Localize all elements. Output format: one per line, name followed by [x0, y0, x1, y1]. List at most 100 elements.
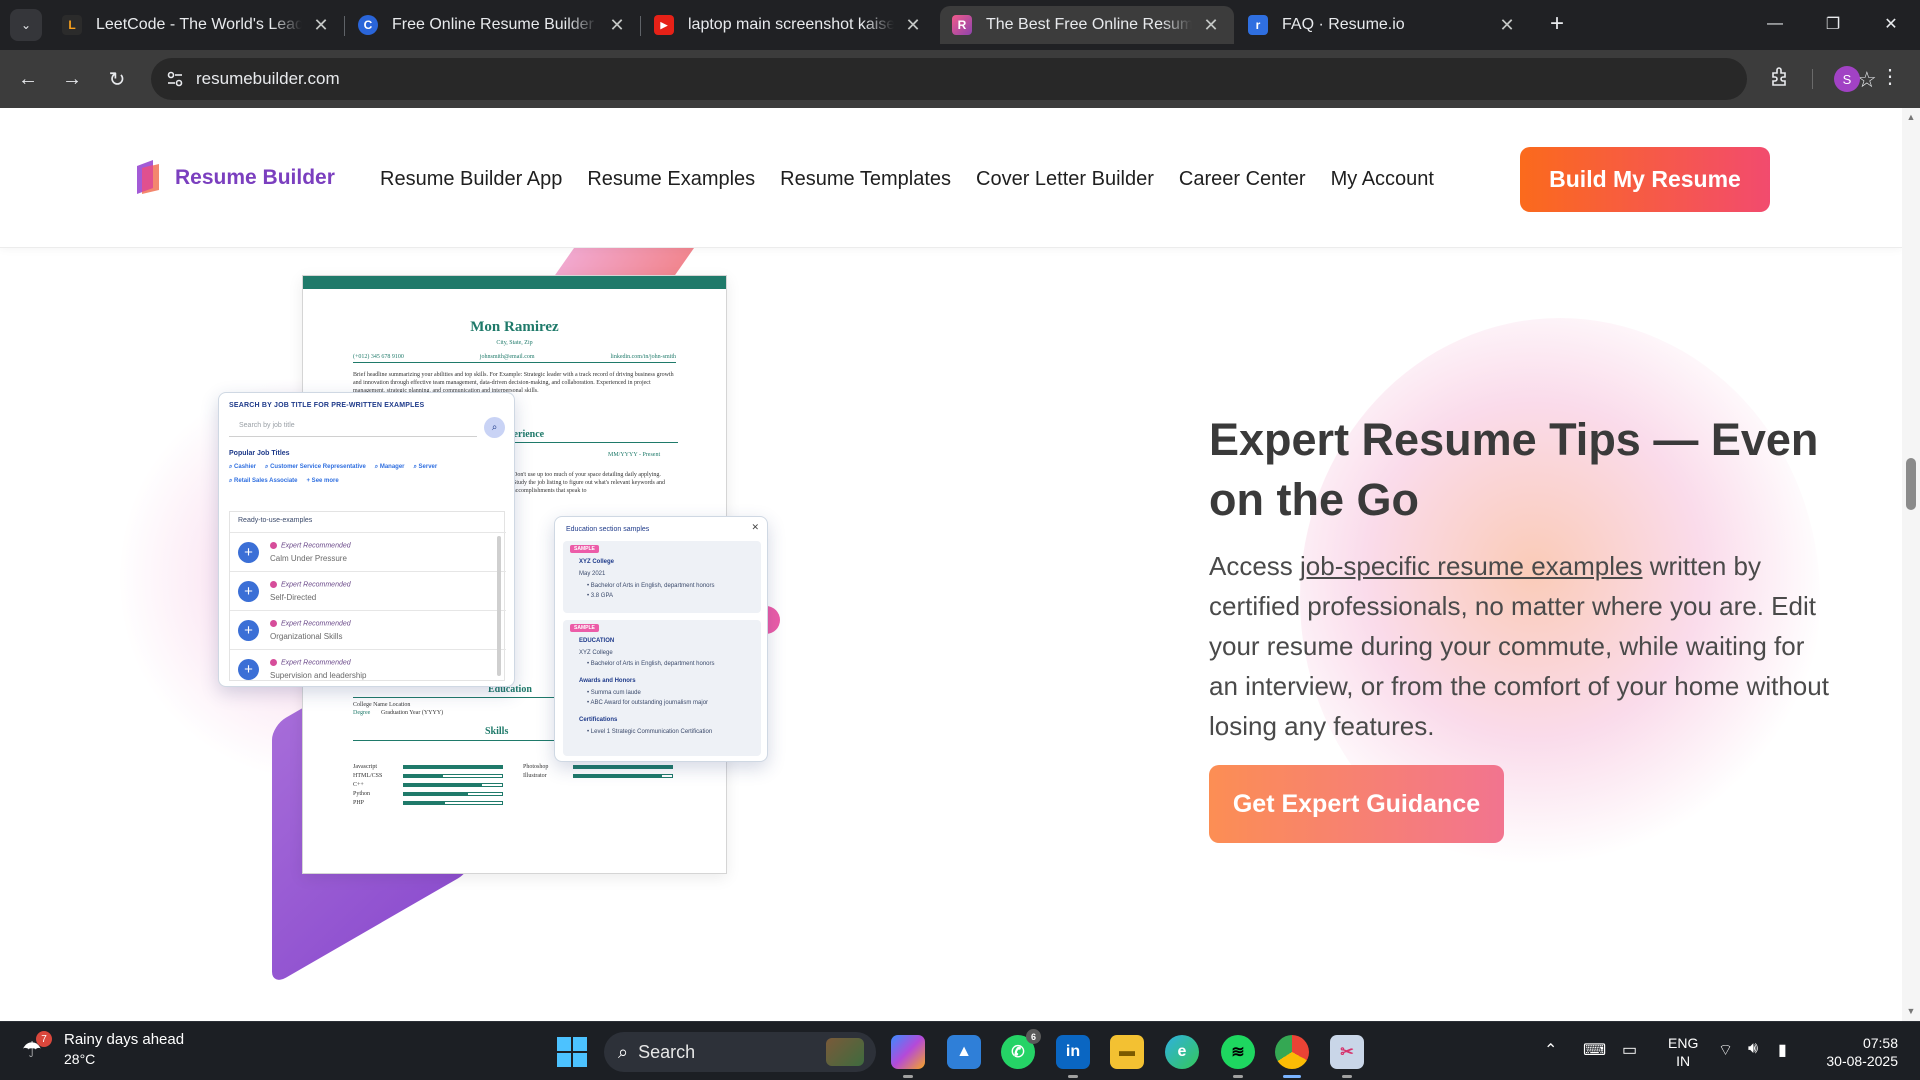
umbrella-weather-icon: ☂ 7: [22, 1031, 52, 1067]
tab-close-icon[interactable]: ✕: [310, 15, 332, 36]
windows-start-icon[interactable]: [557, 1037, 587, 1067]
edge-icon[interactable]: e: [1165, 1035, 1199, 1069]
scroll-down-icon[interactable]: ▼: [1906, 1006, 1916, 1016]
job-chip[interactable]: ⌕ Retail Sales Associate: [229, 478, 298, 485]
tab-title: FAQ · Resume.io: [1282, 16, 1405, 33]
skill-name: Photoshop: [523, 763, 549, 770]
resume-experience-dates: MM/YYYY - Present: [608, 452, 661, 458]
skill-level-bar: [403, 782, 503, 787]
skill-row: PHP: [353, 798, 513, 807]
keyboard-icon[interactable]: ⌨: [1583, 1040, 1606, 1060]
kebab-menu-icon[interactable]: ⋮: [1880, 64, 1900, 89]
list-item[interactable]: + Expert Recommended Organizational Skil…: [230, 610, 506, 649]
close-window-icon[interactable]: ✕: [1862, 0, 1920, 48]
spotify-icon[interactable]: ≋: [1221, 1035, 1255, 1078]
language-indicator[interactable]: ENG IN: [1668, 1034, 1698, 1070]
site-logo[interactable]: Resume Builder: [131, 160, 335, 196]
skill-level-bar: [403, 764, 503, 769]
nav-my-account[interactable]: My Account: [1331, 168, 1434, 191]
job-chip[interactable]: ⌕ Customer Service Representative: [265, 464, 366, 471]
whatsapp-icon[interactable]: ✆ 6: [1001, 1029, 1041, 1069]
chrome-icon[interactable]: [1275, 1035, 1309, 1078]
add-icon[interactable]: +: [238, 620, 259, 641]
tab-close-icon[interactable]: ✕: [902, 15, 924, 36]
photos-icon[interactable]: ▲: [947, 1035, 981, 1069]
scrollbar-thumb[interactable]: [1906, 458, 1916, 510]
education-sample[interactable]: SAMPLE EDUCATION XYZ College • Bachelor …: [563, 620, 761, 756]
nav-cover-letter-builder[interactable]: Cover Letter Builder: [976, 168, 1154, 191]
skill-row: Photoshop: [523, 762, 683, 771]
list-scrollbar[interactable]: [497, 536, 501, 676]
tab-close-icon[interactable]: ✕: [606, 15, 628, 36]
tab-resumebuilder-active[interactable]: R The Best Free Online Resume Bu ✕: [940, 6, 1234, 44]
tab-title: laptop main screenshot kaise le: [688, 16, 894, 33]
resume-experience-text: Don't use up too much of your space deta…: [513, 472, 666, 494]
search-icon[interactable]: ⌕: [484, 417, 505, 438]
tab-leetcode[interactable]: L LeetCode - The World's Leading ✕: [50, 6, 344, 44]
see-more-link[interactable]: + See more: [307, 478, 339, 485]
list-item[interactable]: + Expert Recommended Self-Directed: [230, 571, 506, 610]
get-expert-guidance-button[interactable]: Get Expert Guidance: [1209, 765, 1504, 843]
forward-arrow-icon[interactable]: →: [56, 63, 88, 95]
resume-builder-logo-icon: [137, 160, 159, 194]
add-icon[interactable]: +: [238, 659, 259, 680]
copilot-icon[interactable]: [891, 1035, 925, 1078]
resumebuilder-favicon-icon: R: [952, 15, 972, 35]
tab-search-chevron-icon[interactable]: ⌄: [10, 9, 42, 41]
taskbar-search[interactable]: ⌕ Search: [604, 1032, 876, 1072]
nav-resume-examples[interactable]: Resume Examples: [587, 168, 755, 191]
job-specific-examples-link[interactable]: job-specific resume examples: [1300, 551, 1642, 581]
minimize-icon[interactable]: —: [1746, 0, 1804, 48]
education-samples-card: Education section samples ✕ SAMPLE XYZ C…: [554, 516, 768, 762]
add-icon[interactable]: +: [238, 542, 259, 563]
nav-resume-templates[interactable]: Resume Templates: [780, 168, 951, 191]
tab-close-icon[interactable]: ✕: [1200, 15, 1222, 36]
nav-career-center[interactable]: Career Center: [1179, 168, 1306, 191]
skill-row: Javascript: [353, 762, 513, 771]
new-tab-plus-icon[interactable]: +: [1543, 11, 1571, 39]
nav-resume-builder-app[interactable]: Resume Builder App: [380, 168, 562, 191]
snipping-tool-icon[interactable]: ✂: [1330, 1035, 1364, 1078]
leetcode-favicon-icon: L: [62, 15, 82, 35]
volume-icon[interactable]: 🔊︎: [1748, 1040, 1758, 1058]
sample-school: XYZ College: [579, 650, 613, 656]
tab-faq-resume-io[interactable]: r FAQ · Resume.io ✕: [1236, 6, 1530, 44]
list-item[interactable]: + Expert Recommended Supervision and lea…: [230, 649, 506, 681]
wifi-icon[interactable]: ⌔: [1718, 1040, 1733, 1060]
add-icon[interactable]: +: [238, 581, 259, 602]
restore-window-icon[interactable]: ❐: [1804, 0, 1862, 48]
show-hidden-icons-chevron-icon[interactable]: ⌃: [1544, 1040, 1557, 1060]
weather-widget[interactable]: ☂ 7 Rainy days ahead 28°C: [22, 1031, 184, 1067]
expert-badge: Expert Recommended: [270, 542, 351, 549]
page-scrollbar[interactable]: ▲ ▼: [1902, 108, 1920, 1021]
job-title-search-input[interactable]: Search by job title: [229, 416, 477, 437]
education-sample[interactable]: SAMPLE XYZ College May 2021 • Bachelor o…: [563, 541, 761, 613]
skill-row: Python: [353, 789, 513, 798]
linkedin-icon[interactable]: in: [1056, 1035, 1090, 1078]
tab-close-icon[interactable]: ✕: [1496, 15, 1518, 36]
extensions-puzzle-icon[interactable]: [1768, 64, 1794, 90]
scroll-up-icon[interactable]: ▲: [1906, 112, 1916, 122]
reload-icon[interactable]: ↻: [101, 63, 133, 95]
close-icon[interactable]: ✕: [751, 522, 759, 533]
site-info-icon[interactable]: [163, 67, 187, 91]
profile-avatar[interactable]: S: [1834, 66, 1860, 92]
skill-level-bar: [403, 800, 503, 805]
tab-free-online-resume-builder[interactable]: C Free Online Resume Builder | Ea ✕: [346, 6, 640, 44]
back-arrow-icon[interactable]: ←: [12, 63, 44, 95]
edu-card-title: Education section samples: [566, 526, 650, 533]
resume-degree: Degree: [353, 710, 371, 716]
tab-youtube-laptop-screenshot[interactable]: ▶ laptop main screenshot kaise le ✕: [642, 6, 936, 44]
build-my-resume-button[interactable]: Build My Resume: [1520, 147, 1770, 212]
tablet-mode-icon[interactable]: ▭: [1622, 1040, 1637, 1060]
list-item[interactable]: + Expert Recommended Calm Under Pressure: [230, 532, 506, 571]
system-clock[interactable]: 07:58 30-08-2025: [1818, 1034, 1898, 1070]
resume-phone: (+012) 345 678 9100: [353, 354, 404, 360]
job-chip[interactable]: ⌕ Server: [414, 464, 438, 471]
address-bar[interactable]: resumebuilder.com ☆: [151, 58, 1877, 100]
file-explorer-icon[interactable]: ▬: [1110, 1035, 1144, 1069]
job-chip[interactable]: ⌕ Cashier: [229, 464, 256, 471]
job-chip[interactable]: ⌕ Manager: [375, 464, 405, 471]
battery-icon[interactable]: ▮: [1778, 1040, 1787, 1060]
expert-badge: Expert Recommended: [270, 581, 351, 588]
